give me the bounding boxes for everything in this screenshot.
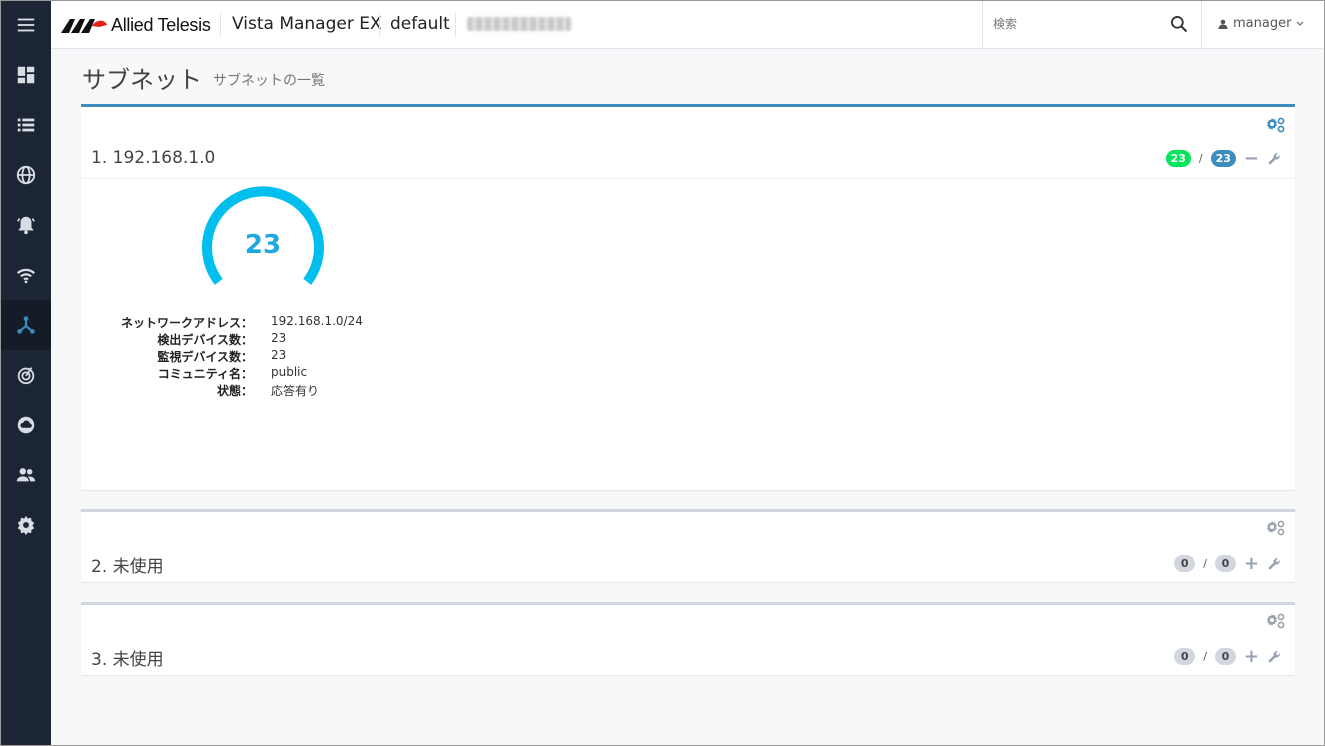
expand-button[interactable]: + (1244, 647, 1259, 665)
info-value: 応答有り (271, 384, 320, 398)
info-value: 192.168.1.0/24 (271, 314, 363, 328)
sidebar-item-wireless[interactable] (0, 250, 51, 300)
gears-icon[interactable] (1265, 613, 1285, 629)
subnet-panel-2: 2. 未使用 0 / 0 + (81, 509, 1295, 582)
panel-title: 1. 192.168.1.0 (91, 148, 216, 168)
allied-telesis-logo-icon (61, 19, 107, 33)
bell-icon (16, 216, 35, 235)
sidebar-item-radar[interactable] (0, 350, 51, 400)
sidebar-item-alarm[interactable] (0, 200, 51, 250)
panel-title: 2. 未使用 (91, 557, 164, 577)
panel-tools: 0 / 0 + (1174, 554, 1281, 572)
network-icon (16, 316, 35, 334)
top-bar: Allied Telesis Vista Manager EX default … (51, 0, 1325, 49)
info-label: コミュニティ名： (157, 367, 253, 381)
sidebar-item-list[interactable] (0, 100, 51, 150)
sidebar-item-users[interactable] (0, 450, 51, 500)
wrench-icon[interactable] (1267, 650, 1281, 664)
search-input[interactable] (993, 14, 1153, 34)
divider (220, 13, 221, 37)
device-gauge: 23 (200, 185, 326, 285)
info-value: public (271, 365, 308, 379)
found-count-badge: 0 (1174, 648, 1196, 665)
page-subtitle: サブネットの一覧 (213, 73, 325, 89)
expand-button[interactable]: + (1244, 554, 1259, 572)
workspace-name: default (390, 14, 450, 34)
gears-icon[interactable] (1265, 117, 1285, 133)
info-label: ネットワークアドレス： (120, 316, 253, 330)
monitored-count-badge: 23 (1210, 150, 1236, 167)
radar-icon (17, 367, 34, 385)
sidebar-item-globe[interactable] (0, 150, 51, 200)
panel-title: 3. 未使用 (91, 650, 164, 670)
panel-tools: 0 / 0 + (1174, 647, 1281, 665)
cloud-icon (17, 416, 34, 434)
panel-divider (81, 178, 1295, 179)
search-box (982, 0, 1202, 49)
monitored-count-badge: 0 (1214, 555, 1236, 572)
found-count-badge: 0 (1174, 555, 1196, 572)
monitored-count-badge: 0 (1214, 648, 1236, 665)
user-menu[interactable]: manager (1218, 16, 1304, 31)
collapse-button[interactable]: − (1244, 149, 1259, 167)
info-value: 23 (271, 348, 287, 362)
info-value: 23 (271, 331, 287, 345)
gears-icon[interactable] (1265, 520, 1285, 536)
wrench-icon[interactable] (1267, 557, 1281, 571)
user-name: manager (1233, 16, 1292, 31)
slash-separator: / (1203, 557, 1207, 570)
hamburger-icon (17, 18, 34, 32)
dashboard-icon (17, 66, 34, 84)
sidebar (0, 0, 51, 746)
search-icon[interactable] (1169, 14, 1189, 34)
divider (379, 13, 380, 37)
gear-icon (17, 515, 34, 536)
found-count-badge: 23 (1165, 150, 1191, 167)
brand-logo[interactable]: Allied Telesis (61, 14, 211, 36)
panel-tools: 23 / 23 − (1165, 149, 1281, 167)
slash-separator: / (1203, 650, 1207, 663)
product-name: Vista Manager EX (232, 14, 382, 34)
chevron-down-icon (1296, 21, 1304, 26)
wifi-icon (16, 268, 35, 284)
sidebar-item-subnet[interactable] (0, 300, 51, 350)
users-icon (16, 468, 35, 482)
user-icon (1218, 19, 1228, 29)
globe-icon (16, 165, 35, 185)
info-label: 監視デバイス数： (157, 350, 253, 364)
info-label: 検出デバイス数： (157, 333, 253, 347)
subnet-panel-1: 1. 192.168.1.0 23 / 23 − 23 ネットワークアドレス： 1… (81, 104, 1295, 490)
slash-separator: / (1198, 152, 1203, 165)
list-icon (17, 118, 34, 132)
subnet-panel-3: 3. 未使用 0 / 0 + (81, 602, 1295, 675)
sidebar-item-dashboard[interactable] (0, 50, 51, 100)
info-label: 状態： (216, 384, 253, 398)
sidebar-item-settings[interactable] (0, 500, 51, 550)
sidebar-item-cloud[interactable] (0, 400, 51, 450)
divider (455, 13, 456, 37)
page-title: サブネット (82, 66, 202, 94)
blurred-ip-address (467, 17, 571, 31)
brand-name: Allied Telesis (111, 14, 211, 35)
menu-toggle-button[interactable] (0, 0, 51, 50)
wrench-icon[interactable] (1267, 152, 1281, 166)
gauge-value: 23 (244, 230, 282, 260)
